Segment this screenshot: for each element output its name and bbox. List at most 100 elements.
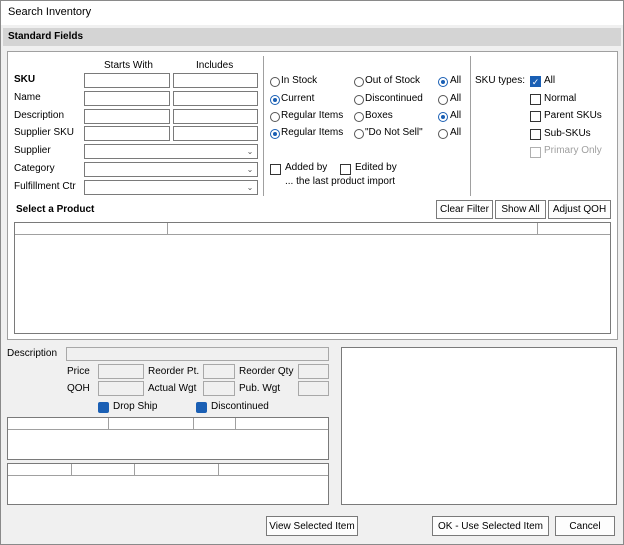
sku-types-all-label: All	[544, 75, 556, 86]
description-detail-label: Description	[7, 348, 58, 359]
discontinued-radio[interactable]	[354, 95, 364, 105]
sku-types-label: SKU types:	[475, 75, 526, 86]
normal-label: Normal	[544, 93, 577, 104]
preview-panel	[341, 347, 617, 505]
column-divider[interactable]	[71, 464, 72, 476]
sku-includes-input[interactable]	[173, 73, 258, 88]
divider	[470, 56, 471, 196]
includes-header: Includes	[196, 60, 234, 71]
adjust-qoh-button[interactable]: Adjust QOH	[548, 200, 611, 219]
pub-wgt-value	[298, 381, 329, 396]
edited-by-label: Edited by	[355, 162, 397, 173]
reorder-qty-value	[298, 364, 329, 379]
sub-skus-checkbox[interactable]	[530, 129, 541, 140]
regular-items-sell-radio[interactable]	[270, 129, 280, 139]
column-divider[interactable]	[167, 223, 168, 235]
actual-wgt-value	[203, 381, 235, 396]
discontinued-label: Discontinued	[365, 93, 423, 104]
item-type-all-radio[interactable]	[438, 112, 448, 122]
starts-with-header: Starts With	[104, 60, 153, 71]
out-of-stock-radio[interactable]	[354, 77, 364, 87]
divider	[263, 56, 264, 196]
drop-ship-label: Drop Ship	[113, 401, 158, 412]
do-not-sell-radio[interactable]	[354, 129, 364, 139]
column-divider[interactable]	[134, 464, 135, 476]
supplier-sku-starts-with-input[interactable]	[84, 126, 170, 141]
detail-grid-1-header	[8, 418, 328, 430]
product-grid[interactable]	[14, 222, 611, 334]
sku-label: SKU	[14, 74, 36, 85]
actual-wgt-label: Actual Wgt	[148, 383, 197, 394]
last-import-label: ... the last product import	[285, 176, 396, 187]
column-divider[interactable]	[218, 464, 219, 476]
check-icon: ✓	[531, 77, 540, 87]
reorder-qty-label: Reorder Qty	[239, 366, 294, 377]
supplier-sku-label: Supplier SKU	[14, 127, 75, 138]
supplier-select[interactable]: ⌄	[84, 144, 258, 159]
name-starts-with-input[interactable]	[84, 91, 170, 106]
clear-filter-button[interactable]: Clear Filter	[436, 200, 493, 219]
search-inventory-window: Search Inventory Standard Fields Starts …	[0, 0, 624, 545]
view-selected-item-button[interactable]: View Selected Item	[266, 516, 358, 536]
boxes-label: Boxes	[365, 110, 393, 121]
chevron-down-icon: ⌄	[246, 147, 254, 156]
primary-only-label: Primary Only	[544, 145, 602, 156]
supplier-label: Supplier	[14, 145, 51, 156]
detail-grid-1[interactable]	[7, 417, 329, 460]
edited-by-checkbox[interactable]	[340, 164, 351, 175]
section-title: Standard Fields	[8, 31, 84, 42]
column-divider[interactable]	[235, 418, 236, 430]
ok-use-selected-item-button[interactable]: OK - Use Selected Item	[432, 516, 549, 536]
discontinued-checkbox[interactable]	[196, 402, 207, 413]
primary-only-checkbox	[530, 147, 541, 158]
drop-ship-checkbox[interactable]	[98, 402, 109, 413]
status-all-radio[interactable]	[438, 95, 448, 105]
supplier-sku-includes-input[interactable]	[173, 126, 258, 141]
sell-all-label: All	[450, 127, 462, 138]
out-of-stock-label: Out of Stock	[365, 75, 421, 86]
parent-skus-label: Parent SKUs	[544, 110, 602, 121]
discontinued-detail-label: Discontinued	[211, 401, 269, 412]
fulfillment-label: Fulfillment Ctr	[14, 181, 76, 192]
added-by-checkbox[interactable]	[270, 164, 281, 175]
category-label: Category	[14, 163, 55, 174]
sub-skus-label: Sub-SKUs	[544, 128, 591, 139]
added-by-label: Added by	[285, 162, 328, 173]
detail-grid-2-header	[8, 464, 328, 476]
sku-types-all-checkbox[interactable]: ✓	[530, 76, 541, 87]
regular-items-label: Regular Items	[281, 110, 344, 121]
name-label: Name	[14, 92, 41, 103]
column-divider[interactable]	[108, 418, 109, 430]
regular-items-sell-label: Regular Items	[281, 127, 344, 138]
parent-skus-checkbox[interactable]	[530, 111, 541, 122]
category-select[interactable]: ⌄	[84, 162, 258, 177]
chevron-down-icon: ⌄	[246, 165, 254, 174]
normal-checkbox[interactable]	[530, 94, 541, 105]
column-divider[interactable]	[193, 418, 194, 430]
price-value	[98, 364, 144, 379]
regular-items-radio[interactable]	[270, 112, 280, 122]
fulfillment-select[interactable]: ⌄	[84, 180, 258, 195]
price-label: Price	[67, 366, 90, 377]
description-value	[66, 347, 329, 361]
show-all-button[interactable]: Show All	[495, 200, 546, 219]
cancel-button[interactable]: Cancel	[555, 516, 615, 536]
name-includes-input[interactable]	[173, 91, 258, 106]
description-starts-with-input[interactable]	[84, 109, 170, 124]
current-radio[interactable]	[270, 95, 280, 105]
item-type-all-label: All	[450, 110, 462, 121]
boxes-radio[interactable]	[354, 112, 364, 122]
detail-grid-2[interactable]	[7, 463, 329, 505]
description-includes-input[interactable]	[173, 109, 258, 124]
sell-all-radio[interactable]	[438, 129, 448, 139]
stock-all-label: All	[450, 75, 462, 86]
qoh-label: QOH	[67, 383, 90, 394]
column-divider[interactable]	[537, 223, 538, 235]
window-title: Search Inventory	[8, 6, 92, 18]
chevron-down-icon: ⌄	[246, 183, 254, 192]
standard-fields-panel: Starts With Includes SKU Name Descriptio…	[7, 51, 618, 340]
in-stock-radio[interactable]	[270, 77, 280, 87]
qoh-value	[98, 381, 144, 396]
stock-all-radio[interactable]	[438, 77, 448, 87]
sku-starts-with-input[interactable]	[84, 73, 170, 88]
